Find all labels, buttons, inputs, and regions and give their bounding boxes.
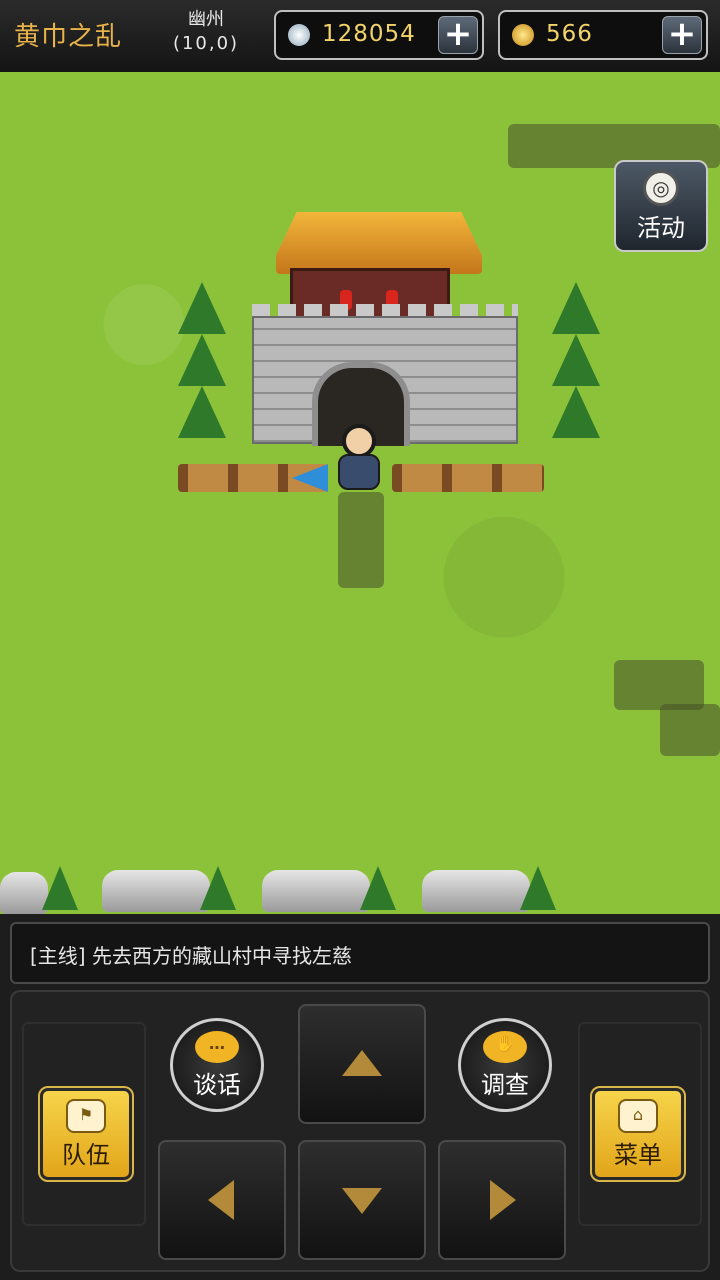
shrub [200, 866, 236, 910]
dpad-left-button[interactable] [158, 1140, 286, 1260]
control-panel: ⚑ 队伍 ⌂ 菜单 … 谈话 ✋ 调查 [10, 990, 710, 1272]
investigate-button[interactable]: ✋ 调查 [458, 1018, 552, 1112]
gold-currency: 566 + [498, 10, 708, 60]
map-path [660, 704, 720, 756]
tree [552, 386, 600, 438]
location-coords: (10,0) [172, 33, 240, 54]
speech-bubble-icon: … [195, 1031, 239, 1063]
banner-icon: ⚑ [66, 1099, 106, 1133]
rock [422, 870, 530, 912]
investigate-button-label: 调查 [481, 1071, 529, 1099]
shrub [360, 866, 396, 910]
menu-button-label: 菜单 [614, 1141, 662, 1169]
map-path [338, 492, 384, 588]
add-gold-button[interactable]: + [662, 16, 702, 54]
top-bar: 黄巾之乱 幽州 (10,0) 128054 + 566 + [0, 0, 720, 74]
rock [262, 870, 370, 912]
silver-coin-icon [288, 24, 310, 46]
team-button-label: 队伍 [62, 1141, 110, 1169]
arrow-up-icon [342, 1050, 382, 1076]
gold-coin-icon [512, 24, 534, 46]
chapter-title: 黄巾之乱 [14, 22, 123, 52]
castle-roof [276, 212, 482, 274]
menu-button[interactable]: ⌂ 菜单 [590, 1086, 686, 1182]
dpad-down-button[interactable] [298, 1140, 426, 1260]
tree [552, 282, 600, 334]
silver-amount: 128054 [322, 21, 416, 47]
add-silver-button[interactable]: + [438, 16, 478, 54]
player-body [338, 454, 380, 490]
facing-arrow-icon [292, 464, 328, 492]
dpad-right-button[interactable] [438, 1140, 566, 1260]
tree [178, 282, 226, 334]
team-button[interactable]: ⚑ 队伍 [38, 1086, 134, 1182]
arrow-left-icon [208, 1180, 234, 1220]
shrub [42, 866, 78, 910]
tree [178, 334, 226, 386]
player-head [342, 424, 376, 458]
rock [102, 870, 210, 912]
rock [0, 872, 48, 914]
silver-currency: 128054 + [274, 10, 484, 60]
tree [178, 386, 226, 438]
dpad-up-button[interactable] [298, 1004, 426, 1124]
fence-right [392, 464, 544, 492]
tree [552, 334, 600, 386]
quest-bar[interactable]: [主线] 先去西方的藏山村中寻找左慈 [10, 922, 710, 984]
player-character[interactable] [334, 424, 384, 494]
shrub [520, 866, 556, 910]
gate-icon: ⌂ [618, 1099, 658, 1133]
talk-button-label: 谈话 [193, 1071, 241, 1099]
talk-button[interactable]: … 谈话 [170, 1018, 264, 1112]
hand-icon: ✋ [483, 1031, 527, 1063]
quest-text: [主线] 先去西方的藏山村中寻找左慈 [30, 944, 352, 968]
world-map[interactable]: ◎ 活动 [0, 72, 720, 914]
map-path [614, 660, 704, 710]
arrow-down-icon [342, 1188, 382, 1214]
location-name: 幽州 [188, 9, 224, 30]
arrow-right-icon [490, 1180, 516, 1220]
drum-icon: ◎ [643, 170, 679, 206]
event-button-label: 活动 [637, 214, 685, 242]
gold-amount: 566 [546, 21, 593, 47]
location-info: 幽州 (10,0) [160, 8, 252, 56]
event-button[interactable]: ◎ 活动 [614, 160, 708, 252]
